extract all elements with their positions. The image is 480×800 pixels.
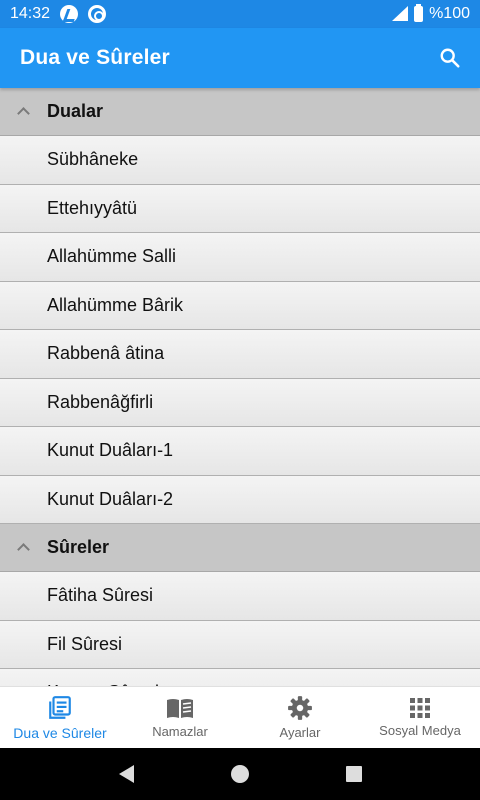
search-button[interactable] xyxy=(430,38,470,78)
chevron-up-icon xyxy=(0,105,47,120)
home-icon[interactable] xyxy=(230,765,249,783)
open-book-icon xyxy=(167,699,193,718)
app-bar: Dua ve Sûreler xyxy=(0,28,480,88)
gear-icon xyxy=(288,696,312,720)
group-title: Sûreler xyxy=(47,537,110,557)
group-title: Dualar xyxy=(47,101,104,121)
nav-label: Ayarlar xyxy=(279,725,321,740)
nav-ayarlar[interactable]: Ayarlar xyxy=(240,687,360,748)
group-header-sureler[interactable]: Sûreler xyxy=(0,524,480,572)
back-icon[interactable] xyxy=(118,765,134,783)
group-header-dualar[interactable]: Dualar xyxy=(0,88,480,136)
battery-level: %100 xyxy=(429,5,470,22)
list-item[interactable]: Rabbenâğfirli xyxy=(0,378,480,427)
music-notification-icon xyxy=(60,5,79,23)
chevron-up-icon xyxy=(0,541,47,556)
dua-sure-list[interactable]: Dualar Sübhâneke Ettehıyyâtü Allahümme S… xyxy=(0,88,480,686)
search-icon xyxy=(440,48,460,68)
grid-icon xyxy=(410,698,430,718)
list-item[interactable]: Allahümme Salli xyxy=(0,233,480,282)
list-item[interactable]: Allahümme Bârik xyxy=(0,281,480,330)
nav-label: Dua ve Sûreler xyxy=(13,724,107,741)
nav-label: Sosyal Medya xyxy=(379,723,461,738)
signal-icon xyxy=(392,6,409,22)
status-bar: 14:32 %100 xyxy=(0,0,480,28)
page-title: Dua ve Sûreler xyxy=(20,46,170,69)
list-item[interactable]: Rabbenâ âtina xyxy=(0,330,480,379)
list-item[interactable]: Kunut Duâları-2 xyxy=(0,475,480,524)
list-item[interactable]: Fâtiha Sûresi xyxy=(0,572,480,621)
battery-icon xyxy=(414,4,424,22)
status-time: 14:32 xyxy=(10,5,51,22)
bottom-navigation: Dua ve Sûreler Namazlar Ayarlar Sosyal M… xyxy=(0,686,480,748)
nav-namazlar[interactable]: Namazlar xyxy=(120,687,240,748)
nav-sosyal-medya[interactable]: Sosyal Medya xyxy=(360,687,480,748)
list-item[interactable]: Fil Sûresi xyxy=(0,620,480,669)
nav-dua-ve-sureler[interactable]: Dua ve Sûreler xyxy=(0,687,120,748)
recents-icon[interactable] xyxy=(345,766,362,782)
list-item[interactable]: Kureyş Sûresi xyxy=(0,669,480,686)
book-list-icon xyxy=(49,695,71,719)
list-item[interactable]: Ettehıyyâtü xyxy=(0,184,480,233)
list-item[interactable]: Sübhâneke xyxy=(0,136,480,185)
system-navigation-bar xyxy=(0,748,480,800)
list-item[interactable]: Kunut Duâları-1 xyxy=(0,427,480,476)
sync-notification-icon xyxy=(88,5,107,23)
nav-label: Namazlar xyxy=(152,724,208,739)
